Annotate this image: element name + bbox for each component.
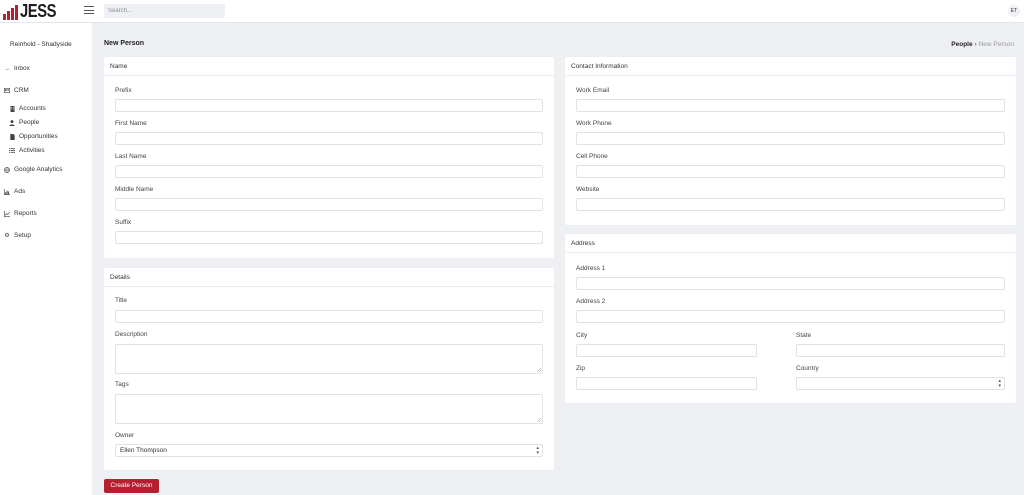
resize-grip-icon[interactable]: [536, 367, 541, 372]
logo-text: JESS: [20, 1, 57, 21]
country-select[interactable]: ▴ ▾: [796, 377, 1005, 390]
sidebar-item-label: Accounts: [19, 105, 46, 112]
sidebar-item-label: CRM: [14, 87, 29, 94]
gear-icon: ⚙: [4, 233, 10, 239]
chart-icon: [4, 188, 10, 195]
website-field[interactable]: [576, 198, 1005, 211]
sidebar-item-ads[interactable]: Ads: [4, 188, 25, 195]
owner-select[interactable]: Ellen Thompson ▴ ▾: [115, 444, 543, 457]
sidebar-item-label: People: [19, 119, 40, 126]
address1-label: Address 1: [576, 265, 606, 272]
sidebar-item-setup[interactable]: ⚙ Setup: [4, 232, 31, 239]
sidebar-item-accounts[interactable]: Accounts: [9, 105, 46, 112]
user-avatar[interactable]: ET: [1008, 5, 1020, 17]
name-card: Name Prefix First Name Last Name Middle …: [104, 57, 554, 258]
prefix-label: Prefix: [115, 87, 132, 94]
list-icon: [9, 148, 15, 154]
city-label: City: [576, 332, 588, 339]
last-name-field[interactable]: [115, 165, 543, 178]
work-email-field[interactable]: [576, 99, 1005, 112]
sidebar-item-opportunities[interactable]: Opportunities: [9, 133, 58, 140]
line-chart-icon: [4, 210, 10, 217]
sidebar-item-label: Opportunities: [19, 133, 58, 140]
file-icon: [9, 133, 15, 140]
prefix-field[interactable]: [115, 99, 543, 112]
middle-name-label: Middle Name: [115, 186, 154, 193]
sidebar-item-inbox[interactable]: → Inbox: [4, 65, 30, 72]
work-email-label: Work Email: [576, 87, 610, 94]
first-name-field[interactable]: [115, 132, 543, 145]
sidebar: Reinhold - Shadyside → Inbox CRM Account…: [0, 23, 92, 495]
sidebar-item-activities[interactable]: Activities: [9, 147, 45, 154]
tags-textarea[interactable]: [115, 394, 543, 424]
details-card: Details Title Description Tags Owner Ell…: [104, 268, 554, 470]
last-name-label: Last Name: [115, 153, 147, 160]
jess-logo[interactable]: JESS: [3, 2, 64, 20]
address-card: Address Address 1 Address 2 City State Z…: [565, 234, 1016, 403]
sidebar-item-label: Inbox: [14, 65, 30, 72]
city-field[interactable]: [576, 344, 757, 357]
globe-icon: [4, 166, 10, 173]
country-label: Country: [796, 365, 819, 372]
select-arrows-icon: ▴ ▾: [998, 378, 1001, 389]
sidebar-item-label: Setup: [14, 232, 31, 239]
work-phone-label: Work Phone: [576, 120, 612, 127]
cell-phone-label: Cell Phone: [576, 153, 608, 160]
website-label: Website: [576, 186, 600, 193]
suffix-field[interactable]: [115, 231, 543, 244]
sidebar-item-google-analytics[interactable]: Google Analytics: [4, 166, 62, 173]
address2-label: Address 2: [576, 298, 606, 305]
search-input[interactable]: [104, 4, 225, 18]
address2-field[interactable]: [576, 310, 1005, 323]
logo-bars-icon: [3, 4, 18, 20]
breadcrumb-people-link[interactable]: People: [951, 41, 972, 48]
owner-label: Owner: [115, 432, 135, 439]
details-card-title: Details: [104, 268, 554, 287]
contact-card: Contact Information Work Email Work Phon…: [565, 57, 1016, 225]
name-card-title: Name: [104, 57, 554, 76]
sidebar-item-crm[interactable]: CRM: [4, 87, 29, 94]
description-label: Description: [115, 331, 148, 338]
page-title: New Person: [104, 40, 145, 47]
middle-name-field[interactable]: [115, 198, 543, 211]
description-textarea[interactable]: [115, 344, 543, 374]
first-name-label: First Name: [115, 120, 147, 127]
resize-grip-icon[interactable]: [536, 417, 541, 422]
title-field[interactable]: [115, 310, 543, 323]
suffix-label: Suffix: [115, 219, 132, 226]
user-icon: [9, 119, 15, 126]
zip-field[interactable]: [576, 377, 757, 390]
owner-value: Ellen Thompson: [120, 447, 167, 454]
sidebar-item-label: Ads: [14, 188, 26, 195]
state-label: State: [796, 332, 812, 339]
arrow-right-icon: →: [4, 65, 10, 72]
select-arrows-icon: ▴ ▾: [536, 445, 539, 456]
sidebar-item-label: Google Analytics: [14, 166, 63, 173]
create-person-button[interactable]: Create Person: [104, 479, 159, 493]
tags-label: Tags: [115, 381, 129, 388]
org-name[interactable]: Reinhold - Shadyside: [10, 41, 72, 48]
zip-label: Zip: [576, 365, 586, 372]
chevron-right-icon: ›: [974, 41, 977, 48]
sidebar-item-reports[interactable]: Reports: [4, 210, 37, 217]
top-bar: JESS ET: [0, 0, 1024, 23]
hamburger-menu-icon[interactable]: [84, 6, 94, 16]
sidebar-item-label: Reports: [14, 210, 37, 217]
title-label: Title: [115, 297, 128, 304]
work-phone-field[interactable]: [576, 132, 1005, 145]
id-card-icon: [4, 88, 10, 94]
sidebar-item-label: Activities: [19, 147, 45, 154]
state-field[interactable]: [796, 344, 1005, 357]
address1-field[interactable]: [576, 277, 1005, 290]
address-card-title: Address: [565, 234, 1016, 253]
cell-phone-field[interactable]: [576, 165, 1005, 178]
contact-card-title: Contact Information: [565, 57, 1016, 76]
breadcrumb: People › New Person: [951, 41, 1014, 48]
building-icon: [9, 105, 15, 112]
breadcrumb-current: New Person: [978, 41, 1014, 48]
sidebar-item-people[interactable]: People: [9, 119, 39, 126]
